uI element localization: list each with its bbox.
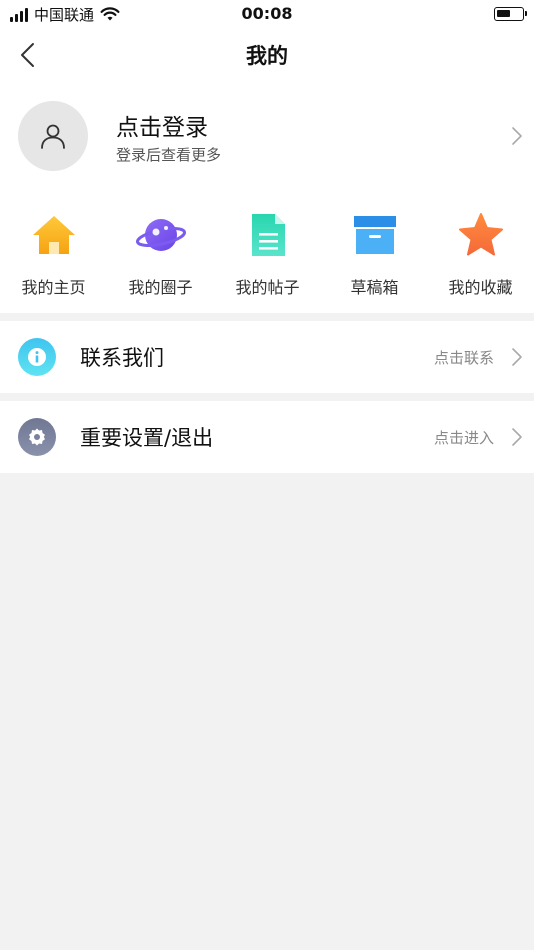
settings-gear-icon [18, 418, 56, 456]
menu-row-label: 重要设置/退出 [80, 426, 214, 450]
planet-icon [135, 219, 186, 251]
quick-action-label: 草稿箱 [350, 278, 399, 297]
quick-action-favorites[interactable]: 我的收藏 [427, 210, 534, 298]
gear-glyph [29, 428, 45, 446]
battery-icon [494, 7, 527, 21]
quick-action-label: 我的帖子 [235, 278, 300, 297]
status-bar: 中国联通 00:08 [0, 0, 534, 28]
battery-fill [497, 10, 510, 17]
menu-row-hint: 点击进入 [433, 429, 494, 447]
chevron-right-icon [512, 127, 522, 145]
info-glyph [28, 348, 46, 366]
navigation-bar: 我的 [0, 28, 534, 82]
login-subtitle: 登录后查看更多 [116, 146, 222, 164]
document-icon [251, 214, 285, 256]
menu-row-contact-us[interactable]: 联系我们 点击联系 [0, 321, 534, 393]
quick-action-circles[interactable]: 我的圈子 [107, 210, 214, 298]
screen: 中国联通 00:08 我的 点击登录 登录后查看更多 我的主页 我的圈子 我的帖… [0, 0, 534, 950]
avatar[interactable] [18, 101, 88, 171]
chevron-right-icon [512, 428, 522, 446]
user-icon [41, 124, 65, 149]
archive-box-icon [353, 216, 396, 254]
menu-row-settings-logout[interactable]: 重要设置/退出 点击进入 [0, 401, 534, 473]
quick-action-label: 我的主页 [21, 278, 86, 297]
info-icon [18, 338, 56, 376]
menu-row-hint: 点击联系 [433, 349, 494, 367]
menu-row-label: 联系我们 [80, 346, 164, 370]
quick-action-label: 我的圈子 [128, 278, 193, 297]
chevron-right-icon [512, 348, 522, 366]
home-icon [32, 216, 75, 254]
quick-actions: 我的主页 我的圈子 我的帖子 草稿箱 我的收藏 [0, 190, 534, 313]
clock: 00:08 [241, 4, 293, 23]
quick-action-posts[interactable]: 我的帖子 [214, 210, 321, 298]
profile-login-card[interactable]: 点击登录 登录后查看更多 [0, 82, 534, 190]
quick-action-label: 我的收藏 [448, 278, 513, 297]
login-title: 点击登录 [116, 115, 208, 141]
quick-action-homepage[interactable]: 我的主页 [0, 210, 107, 298]
page-title: 我的 [246, 44, 288, 68]
star-icon [458, 213, 503, 256]
quick-action-drafts[interactable]: 草稿箱 [321, 210, 428, 298]
